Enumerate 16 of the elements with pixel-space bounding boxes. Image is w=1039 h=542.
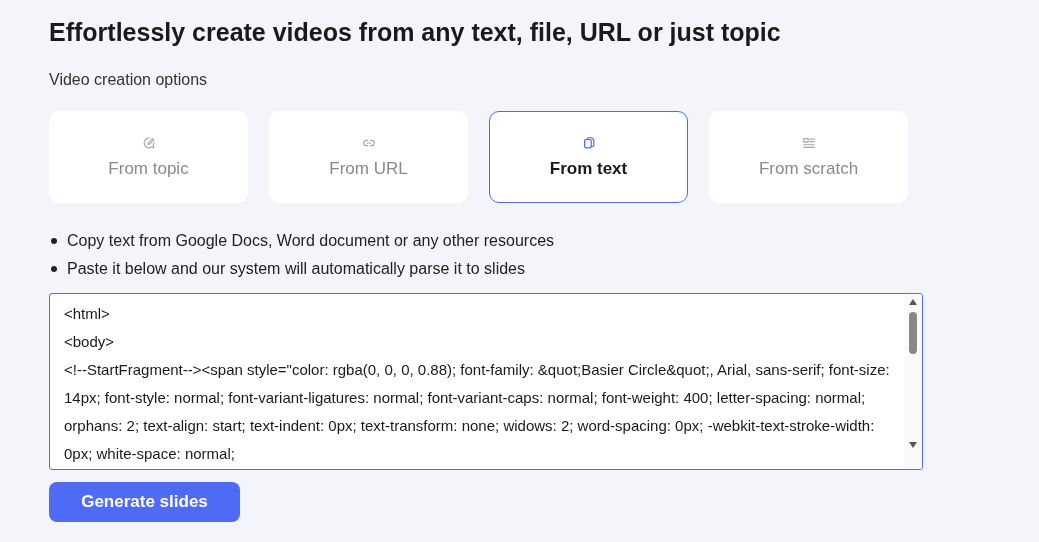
documents-icon	[581, 135, 596, 150]
page-heading: Effortlessly create videos from any text, file, URL or just topic	[49, 17, 782, 48]
layout-icon	[801, 135, 816, 150]
instruction-text: Paste it below and our system will automatically parse it to slides	[67, 259, 525, 279]
instruction-text: Copy text from Google Docs, Word document or any other resources	[67, 231, 555, 251]
bullet-icon	[51, 238, 57, 244]
option-card[interactable]: From scratch	[709, 111, 908, 203]
option-card[interactable]: From URL	[269, 111, 468, 203]
option-card[interactable]: From topic	[49, 111, 248, 203]
option-card[interactable]: From text	[489, 111, 688, 203]
pencil-bubble-icon	[141, 135, 156, 150]
bullet-icon	[51, 266, 57, 272]
section-label: Video creation options	[49, 70, 209, 90]
scrollbar-drawing[interactable]	[904, 294, 922, 469]
text-input-field[interactable]: <html> <body> <!--StartFragment--><span style="color: rgba(0, 0, 0, 0.88); font-family: &quot;Basier Circle&quot;, Arial, sans-serif; font-size: 14px; font-style: normal; font-variant-ligatures: normal; font-variant-caps: normal; font-weight: 400; letter-spacing: normal; orphans: 2; text-align: start; text-indent: 0px; text-transform: none; widows: 2; word-spacing: 0px; -webkit-text-stroke-width: 0px; white-space: normal;	[49, 293, 923, 470]
generate-slides-button[interactable]: Generate slides	[49, 482, 240, 522]
